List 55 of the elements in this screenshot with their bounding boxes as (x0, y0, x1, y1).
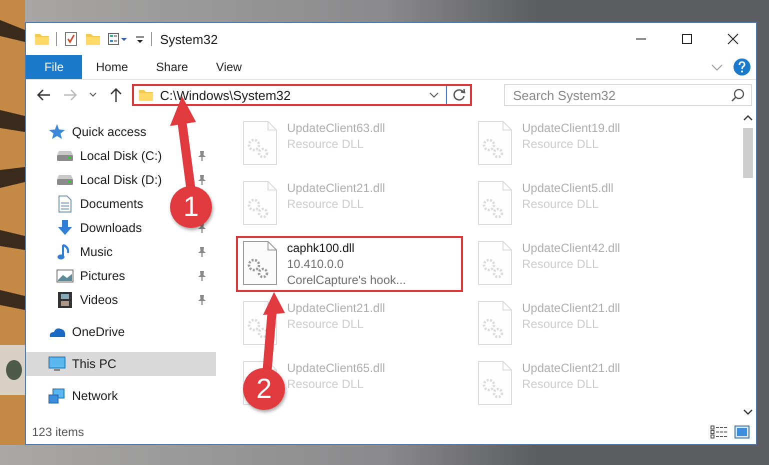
item-count: 123 items (32, 425, 84, 439)
help-icon[interactable] (733, 58, 751, 76)
details-view-icon[interactable] (710, 425, 728, 439)
gear-file-icon (477, 120, 513, 166)
scroll-thumb[interactable] (742, 128, 752, 178)
up-arrow-icon[interactable] (108, 87, 124, 103)
sidebar-item[interactable]: This PC (72, 357, 116, 371)
gear-file-icon (477, 300, 513, 346)
gear-file-icon (242, 180, 278, 226)
sidebar-item[interactable]: Downloads (80, 221, 142, 235)
gear-file-icon (477, 180, 513, 226)
ribbon-tab[interactable]: View (202, 55, 256, 79)
document-icon (56, 195, 74, 213)
scroll-down-icon[interactable] (742, 408, 752, 416)
monitor-icon (48, 355, 66, 373)
scroll-up-icon[interactable] (742, 114, 752, 122)
tiles-view-icon[interactable] (734, 425, 750, 439)
maximize-icon (681, 33, 693, 45)
file-menu[interactable]: File (26, 55, 82, 79)
film-icon (56, 291, 74, 309)
window-title: System32 (160, 32, 218, 46)
file-name[interactable]: caphk100.dll (287, 240, 406, 256)
file-detail: CorelCapture's hook... (287, 272, 406, 288)
sidebar-item[interactable]: Music (80, 245, 113, 259)
sidebar-item[interactable]: Local Disk (D:) (80, 173, 162, 187)
checklist-icon[interactable] (63, 31, 79, 47)
gear-file-icon (242, 120, 278, 166)
ribbon-tab[interactable]: Share (142, 55, 202, 79)
sidebar-item[interactable]: Videos (80, 293, 118, 307)
picture-icon (56, 267, 74, 285)
close-icon (727, 33, 739, 45)
folder-icon (138, 87, 154, 103)
ribbon-tab[interactable]: Home (82, 55, 142, 79)
address-text: C:\Windows\System32 (160, 88, 292, 102)
sidebar-item[interactable]: Documents (80, 197, 144, 211)
star-icon (48, 123, 66, 141)
properties-icon[interactable] (107, 31, 129, 47)
sidebar-item[interactable]: Network (72, 389, 118, 403)
gear-file-icon (242, 240, 278, 286)
back-arrow-icon[interactable] (36, 87, 52, 103)
search-icon[interactable] (731, 88, 745, 102)
down-arrow-icon (56, 219, 74, 237)
sidebar-item[interactable]: OneDrive (72, 325, 125, 339)
drive-icon (56, 174, 74, 186)
file-detail: 10.410.0.0 (287, 256, 345, 272)
refresh-icon (452, 88, 466, 102)
network-icon (48, 387, 66, 405)
sidebar-item[interactable]: Local Disk (C:) (80, 149, 162, 163)
address-bar[interactable]: C:\Windows\System32 (132, 84, 472, 106)
sidebar-item[interactable]: Pictures (80, 269, 126, 283)
gear-file-icon (477, 360, 513, 406)
drive-icon (56, 150, 74, 162)
gear-file-icon (477, 240, 513, 286)
search-field[interactable]: Search System32 (504, 84, 752, 106)
sidebar-item[interactable]: Quick access (72, 125, 146, 139)
